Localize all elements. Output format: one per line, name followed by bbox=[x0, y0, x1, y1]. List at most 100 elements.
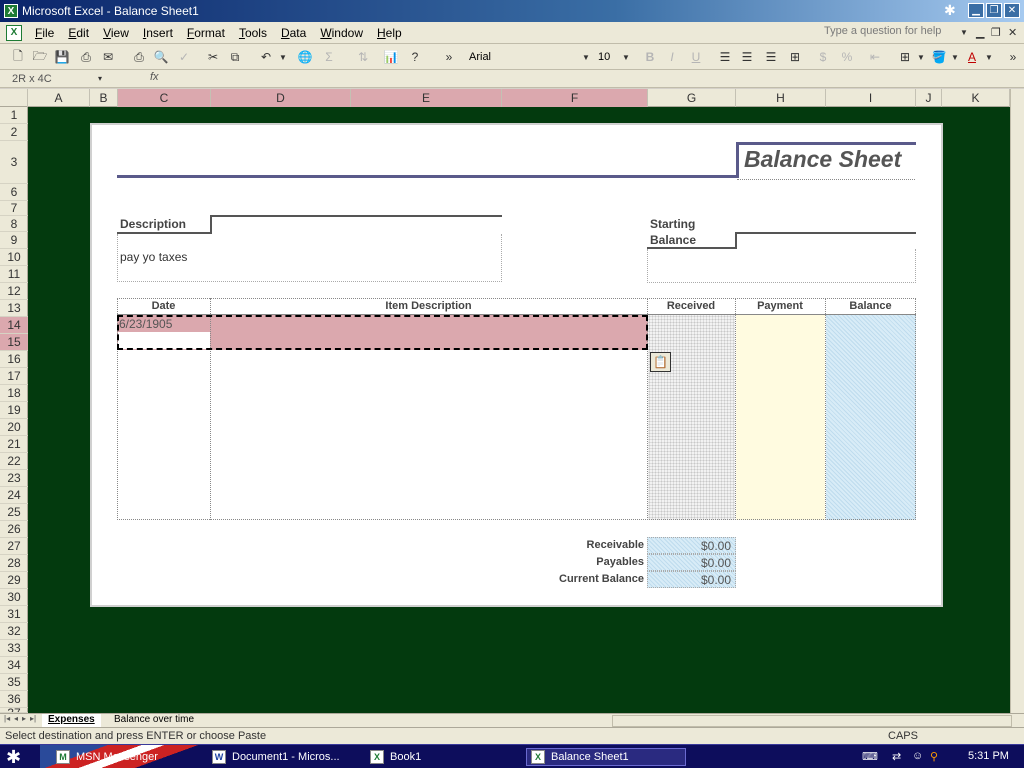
minimize-workbook-button[interactable]: ▁ bbox=[976, 26, 984, 39]
row-header-7[interactable]: 7 bbox=[0, 201, 28, 216]
ask-question-input[interactable]: Type a question for help bbox=[820, 25, 970, 41]
fill-color-icon[interactable]: 🪣 bbox=[930, 48, 948, 66]
vertical-scrollbar[interactable] bbox=[1010, 89, 1024, 713]
row-header-27[interactable]: 27 bbox=[0, 538, 28, 555]
spelling-icon[interactable]: ✓ bbox=[175, 48, 193, 66]
receivable-value[interactable]: $0.00 bbox=[647, 537, 736, 554]
column-header-f[interactable]: F bbox=[502, 89, 648, 107]
fill-dropdown-icon[interactable]: ▼ bbox=[951, 53, 959, 62]
column-header-g[interactable]: G bbox=[648, 89, 736, 107]
clock[interactable]: 5:31 PM bbox=[968, 750, 1009, 762]
decrease-indent-icon[interactable]: ⇤ bbox=[866, 48, 884, 66]
row-header-29[interactable]: 29 bbox=[0, 572, 28, 589]
row-header-31[interactable]: 31 bbox=[0, 606, 28, 623]
menu-help[interactable]: Help bbox=[370, 26, 409, 40]
row-header-17[interactable]: 17 bbox=[0, 368, 28, 385]
row-header-8[interactable]: 8 bbox=[0, 216, 28, 232]
currency-icon[interactable]: $ bbox=[814, 48, 832, 66]
prev-sheet-icon[interactable]: ◂ bbox=[14, 714, 18, 723]
payables-value[interactable]: $0.00 bbox=[647, 554, 736, 571]
network-icon[interactable]: ⇄ bbox=[892, 750, 901, 763]
first-sheet-icon[interactable]: |◂ bbox=[4, 714, 10, 723]
messenger-tray-icon[interactable]: ☺ bbox=[912, 750, 923, 762]
size-dropdown-icon[interactable]: ▼ bbox=[622, 53, 630, 62]
name-box-dropdown-icon[interactable]: ▾ bbox=[98, 74, 102, 83]
menu-tools[interactable]: Tools bbox=[232, 26, 274, 40]
close-button[interactable]: ✕ bbox=[1004, 3, 1020, 18]
row-header-26[interactable]: 26 bbox=[0, 521, 28, 538]
hyperlink-icon[interactable]: 🌐 bbox=[296, 48, 314, 66]
row-header-1[interactable]: 1 bbox=[0, 107, 28, 124]
current-balance-value[interactable]: $0.00 bbox=[647, 571, 736, 588]
print-icon[interactable]: ⎙ bbox=[130, 48, 148, 66]
row-header-16[interactable]: 16 bbox=[0, 351, 28, 368]
align-right-icon[interactable]: ☰ bbox=[762, 48, 780, 66]
column-header-a[interactable]: A bbox=[28, 89, 90, 107]
toolbar-overflow-icon[interactable]: » bbox=[1004, 48, 1022, 66]
menu-data[interactable]: Data bbox=[274, 26, 313, 40]
menu-file[interactable]: File bbox=[28, 26, 61, 40]
print-preview-icon[interactable]: 🔍 bbox=[152, 48, 170, 66]
undo-icon[interactable]: ↶ bbox=[257, 48, 275, 66]
new-icon[interactable]: 🗋 bbox=[9, 48, 27, 66]
row-header-12[interactable]: 12 bbox=[0, 283, 28, 300]
row-header-11[interactable]: 11 bbox=[0, 266, 28, 283]
menu-format[interactable]: Format bbox=[180, 26, 232, 40]
next-sheet-icon[interactable]: ▸ bbox=[22, 714, 26, 723]
row-header-24[interactable]: 24 bbox=[0, 487, 28, 504]
open-icon[interactable]: 🗁 bbox=[31, 48, 49, 66]
row-header-28[interactable]: 28 bbox=[0, 555, 28, 572]
font-dropdown-icon[interactable]: ▼ bbox=[582, 53, 590, 62]
star-icon[interactable]: ✱ bbox=[944, 2, 956, 19]
tab-expenses[interactable]: Expenses bbox=[42, 714, 101, 727]
row-header-36[interactable]: 36 bbox=[0, 691, 28, 708]
row-header-21[interactable]: 21 bbox=[0, 436, 28, 453]
starting-balance-cell[interactable] bbox=[647, 249, 916, 283]
chart-wizard-icon[interactable]: 📊 bbox=[382, 48, 400, 66]
email-icon[interactable]: ✉ bbox=[99, 48, 117, 66]
last-sheet-icon[interactable]: ▸| bbox=[30, 714, 36, 723]
borders-dropdown-icon[interactable]: ▼ bbox=[917, 53, 925, 62]
undo-dropdown-icon[interactable]: ▼ bbox=[279, 53, 287, 62]
column-header-d[interactable]: D bbox=[211, 89, 351, 107]
chevron-down-icon[interactable]: ▼ bbox=[960, 28, 968, 37]
menu-insert[interactable]: Insert bbox=[136, 26, 180, 40]
task-balance-sheet1[interactable]: X Balance Sheet1 bbox=[526, 748, 686, 766]
permission-icon[interactable]: ⎙ bbox=[77, 48, 95, 66]
select-all-corner[interactable] bbox=[0, 89, 28, 107]
row-header-22[interactable]: 22 bbox=[0, 453, 28, 470]
row-header-19[interactable]: 19 bbox=[0, 402, 28, 419]
percent-icon[interactable]: % bbox=[838, 48, 856, 66]
column-header-k[interactable]: K bbox=[942, 89, 1010, 107]
row-header-23[interactable]: 23 bbox=[0, 470, 28, 487]
search-icon[interactable]: ⚲ bbox=[930, 750, 938, 763]
row-header-3[interactable]: 3 bbox=[0, 141, 28, 184]
task-document1[interactable]: W Document1 - Micros... bbox=[208, 748, 358, 766]
row-header-25[interactable]: 25 bbox=[0, 504, 28, 521]
borders-icon[interactable]: ⊞ bbox=[896, 48, 914, 66]
italic-icon[interactable]: I bbox=[663, 48, 681, 66]
menu-edit[interactable]: Edit bbox=[61, 26, 96, 40]
merge-center-icon[interactable]: ⊞ bbox=[786, 48, 804, 66]
font-color-icon[interactable]: A bbox=[963, 48, 981, 66]
autosum-icon[interactable]: Σ bbox=[320, 48, 338, 66]
cut-icon[interactable]: ✂ bbox=[204, 48, 222, 66]
menu-view[interactable]: View bbox=[96, 26, 136, 40]
close-workbook-button[interactable]: ✕ bbox=[1008, 26, 1017, 39]
bold-icon[interactable]: B bbox=[641, 48, 659, 66]
row-header-2[interactable]: 2 bbox=[0, 124, 28, 141]
save-icon[interactable]: 💾 bbox=[53, 48, 71, 66]
font-name-select[interactable]: Arial bbox=[464, 48, 592, 66]
restore-workbook-button[interactable]: ❐ bbox=[991, 26, 1001, 39]
menu-window[interactable]: Window bbox=[313, 26, 370, 40]
row-header-20[interactable]: 20 bbox=[0, 419, 28, 436]
column-header-e[interactable]: E bbox=[351, 89, 502, 107]
row-header-18[interactable]: 18 bbox=[0, 385, 28, 402]
column-header-h[interactable]: H bbox=[736, 89, 826, 107]
minimize-button[interactable]: ▁ bbox=[968, 3, 984, 18]
column-header-b[interactable]: B bbox=[90, 89, 118, 107]
underline-icon[interactable]: U bbox=[687, 48, 705, 66]
row-header-10[interactable]: 10 bbox=[0, 249, 28, 266]
fx-icon[interactable]: fx bbox=[150, 71, 159, 83]
row-header-34[interactable]: 34 bbox=[0, 657, 28, 674]
